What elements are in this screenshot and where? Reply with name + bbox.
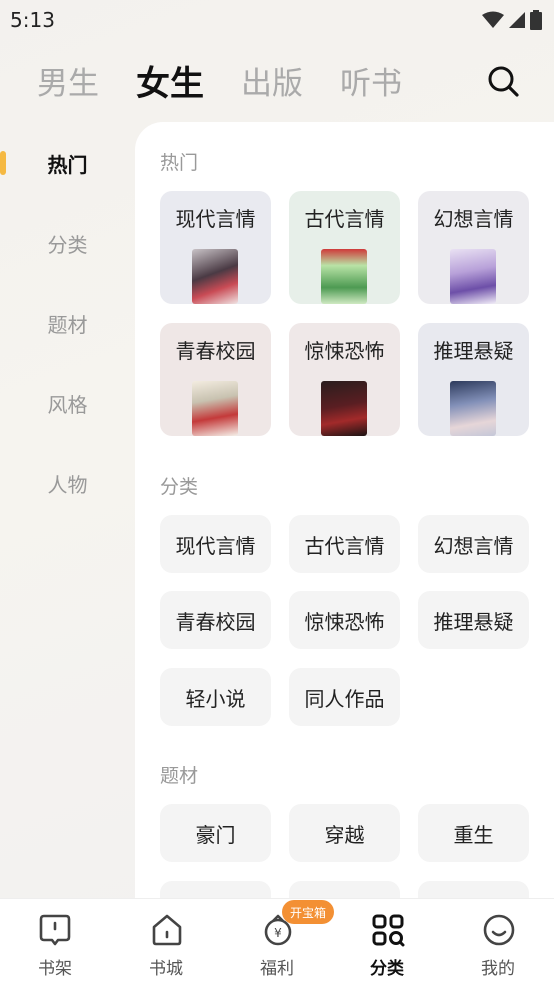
theme-chip[interactable]: 豪门 bbox=[160, 804, 271, 862]
hot-card-label: 惊悚恐怖 bbox=[304, 339, 385, 363]
category-chip[interactable]: 同人作品 bbox=[289, 668, 400, 726]
content-panel: 热门 现代言情 古代言情 幻想言情 青春校园 惊悚恐怖 推理悬疑 分类 现代言情… bbox=[135, 122, 554, 939]
search-icon[interactable] bbox=[486, 64, 520, 98]
hot-card-label: 幻想言情 bbox=[433, 207, 514, 231]
hot-card-ancient-romance[interactable]: 古代言情 bbox=[289, 191, 400, 304]
tab-publish[interactable]: 出版 bbox=[241, 58, 303, 103]
sidebar-item-theme[interactable]: 题材 bbox=[0, 298, 135, 348]
hot-card-youth-campus[interactable]: 青春校园 bbox=[160, 323, 271, 436]
bottom-nav-label: 书架 bbox=[38, 959, 72, 979]
category-chip[interactable]: 古代言情 bbox=[289, 515, 400, 573]
bottom-nav-label: 我的 bbox=[481, 959, 515, 979]
book-cover-image bbox=[321, 381, 367, 436]
bottom-nav: 书架 书城 ¥ 福利 分类 我的 bbox=[0, 898, 554, 984]
book-cover-image bbox=[192, 381, 238, 436]
category-chip[interactable]: 惊悚恐怖 bbox=[289, 591, 400, 649]
book-cover-image bbox=[192, 249, 238, 304]
sidebar-item-character[interactable]: 人物 bbox=[0, 458, 135, 508]
category-chip[interactable]: 现代言情 bbox=[160, 515, 271, 573]
bottom-nav-bookstore[interactable]: 书城 bbox=[111, 899, 221, 984]
category-chip[interactable]: 轻小说 bbox=[160, 668, 271, 726]
book-cover-image bbox=[450, 381, 496, 436]
section-title-theme: 题材 bbox=[160, 765, 199, 787]
tab-female[interactable]: 女生 bbox=[136, 56, 204, 105]
sidebar-item-style[interactable]: 风格 bbox=[0, 378, 135, 428]
bottom-nav-bookshelf[interactable]: 书架 bbox=[0, 899, 110, 984]
hot-card-label: 推理悬疑 bbox=[433, 339, 514, 363]
hot-card-mystery[interactable]: 推理悬疑 bbox=[418, 323, 529, 436]
status-icons bbox=[482, 10, 542, 30]
category-grid-icon bbox=[372, 914, 405, 947]
category-chip[interactable]: 青春校园 bbox=[160, 591, 271, 649]
tab-audio[interactable]: 听书 bbox=[340, 58, 402, 103]
bottom-nav-label: 分类 bbox=[370, 959, 404, 979]
bottom-nav-label: 书城 bbox=[149, 959, 183, 979]
hot-card-label: 古代言情 bbox=[304, 207, 385, 231]
bookshelf-icon bbox=[39, 914, 71, 946]
book-cover-image bbox=[321, 249, 367, 304]
status-bar: 5:13 bbox=[0, 0, 554, 40]
hot-card-modern-romance[interactable]: 现代言情 bbox=[160, 191, 271, 304]
theme-chip[interactable]: 重生 bbox=[418, 804, 529, 862]
treasure-box-badge[interactable]: 开宝箱 bbox=[282, 900, 335, 924]
signal-icon bbox=[509, 12, 525, 28]
bottom-nav-category[interactable]: 分类 bbox=[332, 899, 442, 984]
hot-card-fantasy-romance[interactable]: 幻想言情 bbox=[418, 191, 529, 304]
svg-text:¥: ¥ bbox=[274, 926, 282, 940]
tab-male[interactable]: 男生 bbox=[37, 58, 99, 103]
section-title-category: 分类 bbox=[160, 476, 199, 498]
hot-card-thriller-horror[interactable]: 惊悚恐怖 bbox=[289, 323, 400, 436]
battery-icon bbox=[530, 10, 542, 30]
category-sidebar: 热门 分类 题材 风格 人物 bbox=[0, 122, 135, 898]
hot-card-label: 现代言情 bbox=[175, 207, 256, 231]
top-tab-bar: 男生 女生 出版 听书 bbox=[0, 52, 554, 108]
home-icon bbox=[152, 914, 182, 946]
hot-card-label: 青春校园 bbox=[175, 339, 256, 363]
smile-profile-icon bbox=[483, 914, 515, 946]
bottom-nav-mine[interactable]: 我的 bbox=[443, 899, 553, 984]
bottom-nav-label: 福利 bbox=[260, 959, 294, 979]
section-title-hot: 热门 bbox=[160, 152, 199, 174]
book-cover-image bbox=[450, 249, 496, 304]
sidebar-item-category[interactable]: 分类 bbox=[0, 218, 135, 268]
wifi-icon bbox=[482, 11, 504, 28]
theme-chip[interactable]: 穿越 bbox=[289, 804, 400, 862]
category-chip[interactable]: 幻想言情 bbox=[418, 515, 529, 573]
sidebar-item-hot[interactable]: 热门 bbox=[0, 138, 135, 188]
status-time: 5:13 bbox=[10, 8, 55, 32]
category-chip[interactable]: 推理悬疑 bbox=[418, 591, 529, 649]
